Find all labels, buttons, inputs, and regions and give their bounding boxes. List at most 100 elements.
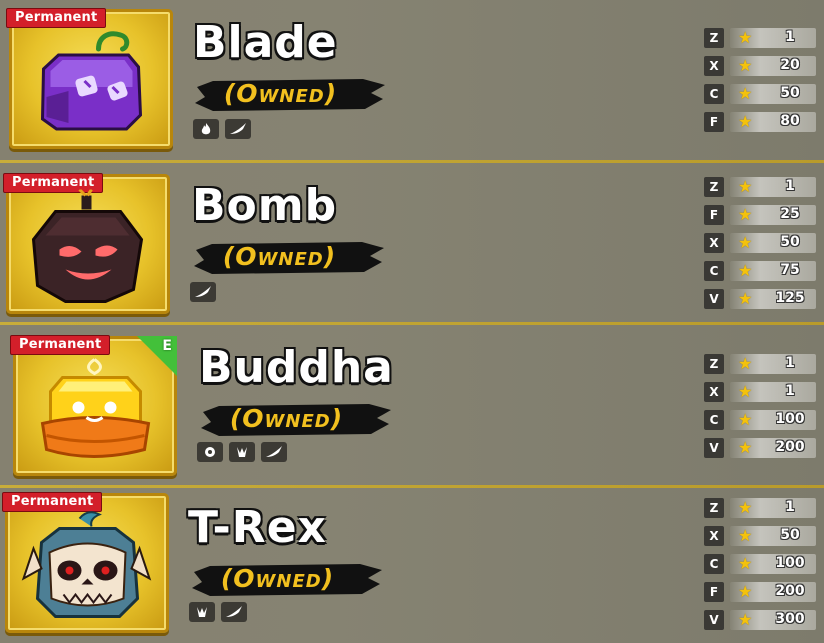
move-row: Z ★ 1: [704, 495, 818, 523]
level-value: 300: [775, 611, 805, 627]
level-value: 25: [780, 206, 800, 222]
owned-status: (Owned): [193, 75, 388, 115]
fruit-row-buddha[interactable]: Permanent E Buddha (Owned) Z ★ 1 X ★ 1 C…: [0, 325, 824, 485]
star-icon: ★: [738, 526, 753, 545]
level-value: 125: [775, 290, 805, 306]
move-key: Z: [704, 498, 724, 518]
level-value: 1: [785, 178, 795, 194]
level-value: 80: [780, 113, 800, 129]
move-key: F: [704, 582, 724, 602]
star-icon: ★: [738, 28, 753, 47]
level-bar: ★ 50: [730, 526, 816, 546]
star-icon: ★: [738, 382, 753, 401]
owned-status: (Owned): [192, 238, 387, 278]
fruit-name: Bomb: [192, 180, 338, 231]
star-icon: ★: [738, 261, 753, 280]
type-icons: [193, 119, 251, 139]
fruit-card[interactable]: Permanent: [6, 8, 173, 149]
move-key: C: [704, 410, 724, 430]
level-bar: ★ 200: [730, 438, 816, 458]
slash-icon: [221, 602, 247, 622]
level-bar: ★ 100: [730, 554, 816, 574]
bomb-fruit-icon: [26, 188, 151, 309]
move-list: Z ★ 1 X ★ 50 C ★ 100 F ★ 200 V ★ 300: [704, 495, 818, 635]
move-list: Z ★ 1 X ★ 1 C ★ 100 V ★ 200: [704, 351, 818, 463]
owned-label: (Owned): [223, 79, 338, 108]
fruit-row-blade[interactable]: Permanent Blade (Owned) Z ★ 1 X ★ 20 C ★…: [0, 0, 824, 160]
level-bar: ★ 1: [730, 382, 816, 402]
level-bar: ★ 1: [730, 177, 816, 197]
level-value: 50: [780, 527, 800, 543]
move-row: C ★ 100: [704, 551, 818, 579]
star-icon: ★: [738, 610, 753, 629]
level-bar: ★ 200: [730, 582, 816, 602]
level-value: 1: [785, 355, 795, 371]
owned-status: (Owned): [199, 400, 394, 440]
fruit-name: T-Rex: [188, 502, 327, 553]
level-value: 50: [780, 85, 800, 101]
level-bar: ★ 50: [730, 84, 816, 104]
move-row: X ★ 20: [704, 53, 818, 81]
star-icon: ★: [738, 289, 753, 308]
level-value: 1: [785, 499, 795, 515]
level-bar: ★ 1: [730, 498, 816, 518]
star-icon: ★: [738, 205, 753, 224]
level-bar: ★ 75: [730, 261, 816, 281]
fruit-list: Permanent Blade (Owned) Z ★ 1 X ★ 20 C ★…: [0, 0, 824, 643]
move-key: C: [704, 84, 724, 104]
fruit-card[interactable]: Permanent: [3, 173, 170, 314]
level-value: 100: [775, 411, 805, 427]
move-row: C ★ 50: [704, 81, 818, 109]
move-row: F ★ 25: [704, 202, 818, 230]
move-row: X ★ 1: [704, 379, 818, 407]
move-row: X ★ 50: [704, 230, 818, 258]
move-key: C: [704, 554, 724, 574]
fruit-row-bomb[interactable]: Permanent Bomb (Owned) Z ★ 1 F ★ 25 X ★ …: [0, 163, 824, 322]
level-bar: ★ 50: [730, 233, 816, 253]
level-value: 200: [775, 583, 805, 599]
star-icon: ★: [738, 112, 753, 131]
star-icon: ★: [738, 582, 753, 601]
level-bar: ★ 20: [730, 56, 816, 76]
move-row: C ★ 100: [704, 407, 818, 435]
corner-tag-letter: E: [162, 338, 172, 354]
move-row: Z ★ 1: [704, 25, 818, 53]
star-icon: ★: [738, 410, 753, 429]
move-row: X ★ 50: [704, 523, 818, 551]
move-row: F ★ 80: [704, 109, 818, 137]
level-bar: ★ 125: [730, 289, 816, 309]
move-key: Z: [704, 177, 724, 197]
level-bar: ★ 1: [730, 354, 816, 374]
owned-label: (Owned): [229, 404, 344, 433]
buddha-fruit-icon: [33, 352, 158, 471]
permanent-badge: Permanent: [6, 8, 107, 28]
level-bar: ★ 300: [730, 610, 816, 630]
move-key: X: [704, 382, 724, 402]
move-list: Z ★ 1 X ★ 20 C ★ 50 F ★ 80: [704, 25, 818, 137]
fruit-card[interactable]: Permanent E: [10, 335, 177, 476]
move-key: F: [704, 205, 724, 225]
owned-label: (Owned): [222, 242, 337, 271]
level-value: 1: [785, 383, 795, 399]
move-row: Z ★ 1: [704, 351, 818, 379]
owned-label: (Owned): [220, 564, 335, 593]
fruit-card[interactable]: Permanent: [2, 492, 169, 633]
move-row: Z ★ 1: [704, 174, 818, 202]
claw-icon: [189, 602, 215, 622]
level-bar: ★ 1: [730, 28, 816, 48]
level-value: 1: [785, 29, 795, 45]
fruit-row-trex[interactable]: Permanent T-Rex (Owned) Z ★ 1 X ★ 50 C ★…: [0, 488, 824, 643]
star-icon: ★: [738, 498, 753, 517]
owned-status: (Owned): [190, 560, 385, 600]
fruit-name: Buddha: [199, 342, 394, 393]
move-row: C ★ 75: [704, 258, 818, 286]
type-icons: [197, 442, 287, 462]
level-bar: ★ 25: [730, 205, 816, 225]
blade-fruit-icon: [29, 27, 154, 141]
move-key: X: [704, 56, 724, 76]
star-icon: ★: [738, 177, 753, 196]
star-icon: ★: [738, 554, 753, 573]
flame-icon: [193, 119, 219, 139]
move-key: V: [704, 438, 724, 458]
move-row: F ★ 200: [704, 579, 818, 607]
